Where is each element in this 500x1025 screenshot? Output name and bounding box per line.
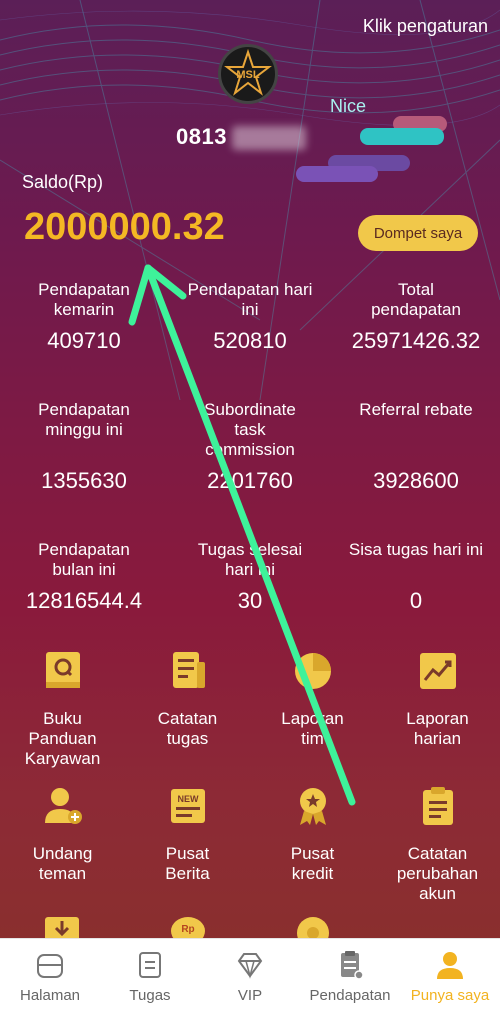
menu-label: Buku Panduan Karyawan [24, 709, 101, 768]
settings-link[interactable]: Klik pengaturan [363, 16, 488, 37]
pie-chart-icon [294, 653, 331, 689]
stat-today-income: Pendapatan hari ini 520810 [170, 280, 330, 370]
nav-label: Tugas [129, 987, 171, 1004]
stat-value: 12816544.4 [25, 588, 143, 613]
menu-credit-center[interactable]: Pusat kredit [250, 785, 375, 884]
menu-label: Pusat Berita [165, 844, 210, 883]
balance-value: 2000000.32 [24, 206, 225, 248]
nav-vip[interactable]: VIP [200, 939, 300, 1025]
menu-label: Catatan perubahan akun [396, 844, 479, 903]
svg-text:MSL: MSL [236, 69, 260, 81]
wheel-icon[interactable] [293, 915, 333, 938]
news-icon: NEW [170, 789, 205, 823]
stat-value: 409710 [47, 328, 121, 353]
menu-account-change-log[interactable]: Catatan perubahan akun [375, 785, 500, 904]
menu-team-report[interactable]: Laporan tim [250, 650, 375, 749]
stat-label: Referral rebate [359, 400, 473, 419]
stat-tasks-completed: Tugas selesai hari ini 30 [170, 540, 330, 630]
redacted-phone-blur [232, 126, 306, 150]
profile-icon [437, 952, 463, 979]
clipboard-icon [422, 787, 453, 825]
nav-income[interactable]: Pendapatan [300, 939, 400, 1025]
svg-text:NEW: NEW [177, 794, 199, 804]
menu-label: Catatan tugas [157, 709, 218, 748]
stat-value: 1355630 [41, 468, 127, 493]
stat-subordinate-commission: Subordinate task commission 2201760 [170, 400, 330, 493]
stat-label: Subordinate task commission [204, 400, 296, 459]
handbook-icon [45, 652, 80, 688]
nickname-label: Nice [330, 96, 367, 116]
income-icon [341, 951, 364, 980]
menu-label: Laporan harian [406, 709, 469, 748]
stat-tasks-remaining: Sisa tugas hari ini 0 [336, 540, 496, 630]
bottom-nav: Halaman Tugas VIP Pendapatan Punya saya [0, 938, 500, 1025]
stat-value: 3928600 [373, 468, 459, 493]
phone-number: 0813 [176, 124, 227, 149]
menu-employee-handbook[interactable]: Buku Panduan Karyawan [0, 650, 125, 769]
menu-label: Pusat kredit [290, 844, 335, 883]
stat-week-income: Pendapatan minggu ini 1355630 [4, 400, 164, 493]
medal-icon [299, 788, 326, 825]
stat-label: Pendapatan kemarin [38, 280, 130, 319]
stat-value: 0 [409, 588, 423, 613]
task-record-icon [172, 652, 205, 688]
nav-home[interactable]: Halaman [0, 939, 100, 1025]
stat-value: 30 [237, 588, 263, 613]
menu-daily-report[interactable]: Laporan harian [375, 650, 500, 749]
decor-bar [360, 128, 444, 145]
download-icon[interactable] [42, 915, 82, 938]
stat-label: Sisa tugas hari ini [348, 540, 484, 559]
stat-month-income: Pendapatan bulan ini 12816544.4 [4, 540, 164, 630]
nav-label: Halaman [19, 987, 81, 1004]
stat-label: Pendapatan minggu ini [38, 400, 130, 439]
stat-value: 25971426.32 [351, 328, 481, 353]
menu-label: Undang teman [32, 844, 93, 883]
home-icon [37, 954, 63, 978]
nav-profile[interactable]: Punya saya [400, 939, 500, 1025]
stat-label: Total pendapatan [371, 280, 461, 319]
msl-logo: MSL [218, 44, 278, 104]
stat-value: 2201760 [207, 468, 293, 493]
line-chart-icon [419, 653, 456, 689]
stat-total-income: Total pendapatan 25971426.32 [336, 280, 496, 370]
invite-user-icon [44, 788, 82, 824]
balance-label: Saldo(Rp) [22, 172, 104, 192]
menu-invite-friends[interactable]: Undang teman [0, 785, 125, 884]
stat-referral-rebate: Referral rebate 3928600 [336, 400, 496, 493]
nav-label: Pendapatan [309, 987, 391, 1004]
stat-label: Tugas selesai hari ini [197, 540, 303, 579]
decor-bar [296, 166, 378, 182]
coin-label: Rp [181, 924, 194, 935]
stat-label: Pendapatan hari ini [187, 280, 313, 319]
stat-yesterday-income: Pendapatan kemarin 409710 [4, 280, 164, 370]
profile-screen: Klik pengaturan MSL 0813 Nice Saldo(Rp) … [0, 0, 500, 938]
task-icon [139, 952, 161, 978]
nav-label: Punya saya [410, 987, 490, 1004]
menu-task-records[interactable]: Catatan tugas [125, 650, 250, 749]
diamond-icon [237, 953, 263, 979]
nav-label: VIP [237, 987, 263, 1004]
nav-tasks[interactable]: Tugas [100, 939, 200, 1025]
menu-news-center[interactable]: NEW Pusat Berita [125, 785, 250, 884]
my-wallet-button[interactable]: Dompet saya [358, 215, 478, 251]
menu-label: Laporan tim [281, 709, 344, 748]
stat-label: Pendapatan bulan ini [38, 540, 130, 579]
coin-icon[interactable]: Rp [168, 915, 208, 938]
stat-value: 520810 [213, 328, 287, 353]
